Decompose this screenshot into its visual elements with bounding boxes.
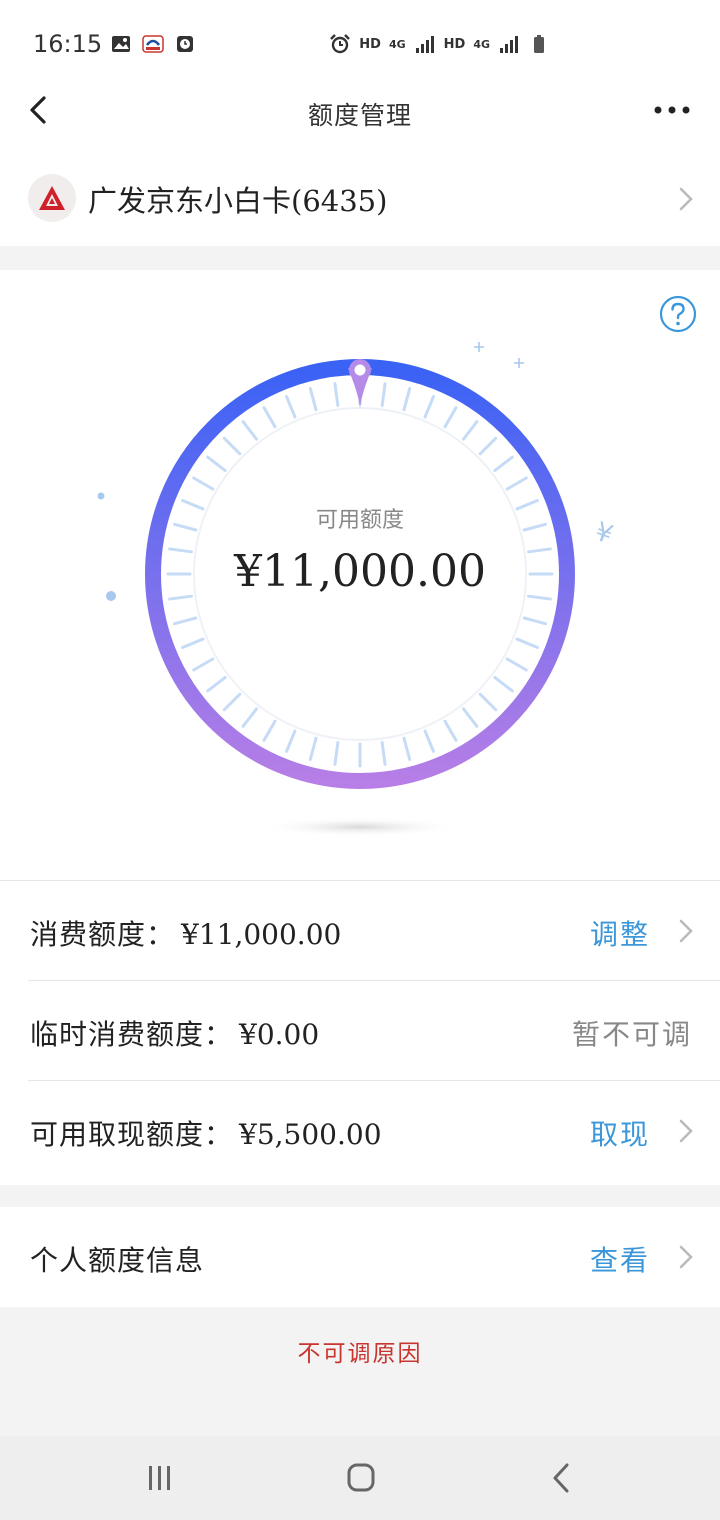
limits-list: 消费额度： ¥11,000.00 调整 临时消费额度： ¥0.00 暂不可调 可用取… <box>0 880 720 1185</box>
row-label: 可用取现额度： <box>30 1118 234 1151</box>
gauge-tick <box>493 675 514 693</box>
help-icon[interactable] <box>658 294 698 334</box>
gauge-tick <box>443 719 458 742</box>
nav-bar: 额度管理 <box>0 70 720 150</box>
clock-app-icon <box>177 36 193 52</box>
available-limit-panel: ¥ 可用额度 ¥11,000.00 <box>0 270 720 880</box>
card-name: 广发京东小白卡(6435) <box>88 184 388 218</box>
row-label: 临时消费额度： <box>30 1018 234 1051</box>
bank-logo-icon <box>28 174 76 222</box>
adjust-button[interactable]: 调整 <box>590 913 650 953</box>
list-item-consumption-limit[interactable]: 消费额度： ¥11,000.00 调整 <box>28 881 720 981</box>
gauge-tick <box>181 637 205 649</box>
gauge-tick <box>222 692 242 712</box>
back-icon[interactable] <box>543 1460 583 1496</box>
gauge-tick <box>380 741 387 766</box>
gauge-tick <box>493 455 514 473</box>
notification-icons <box>110 33 196 55</box>
gauge-tick <box>262 406 277 429</box>
chevron-right-icon <box>679 1119 693 1143</box>
status-time: 16:15 <box>33 30 103 58</box>
gauge-tick <box>222 436 242 456</box>
network-type-1: 4G <box>388 37 406 51</box>
gauge-tick <box>380 382 387 407</box>
gauge-tick <box>522 616 547 626</box>
row-label: 消费额度： <box>30 918 176 951</box>
gauge-tick <box>262 719 277 742</box>
available-limit-label: 可用额度 <box>315 508 404 533</box>
gauge-tick <box>192 476 215 491</box>
gauge-tick <box>206 675 227 693</box>
row-label: 个人额度信息 <box>30 1244 205 1277</box>
gauge-tick <box>515 637 539 649</box>
system-nav-bar <box>0 1436 720 1520</box>
hd-label-2: HD <box>443 36 466 52</box>
not-adjustable-status: 暂不可调 <box>571 1018 692 1051</box>
hd-label-1: HD <box>359 36 381 52</box>
gauge-shadow <box>260 817 460 837</box>
network-type-2: 4G <box>473 37 490 51</box>
gauge-tick <box>333 741 340 766</box>
gauge-tick <box>308 736 318 761</box>
recent-apps-icon[interactable] <box>140 1460 180 1496</box>
row-value: ¥0.00 <box>239 1018 320 1051</box>
gallery-icon <box>112 36 130 52</box>
card-selector[interactable]: 广发京东小白卡(6435) <box>0 150 720 246</box>
row-value: ¥5,500.00 <box>239 1118 382 1151</box>
more-dots-icon[interactable] <box>652 100 692 120</box>
gauge-tick <box>423 729 435 753</box>
chevron-right-icon <box>679 1245 693 1269</box>
gauge-tick <box>461 420 479 441</box>
list-item-cash-limit[interactable]: 可用取现额度： ¥5,500.00 取现 <box>28 1081 720 1185</box>
gauge-tick <box>192 657 215 672</box>
home-icon[interactable] <box>341 1460 381 1496</box>
bank-app-icon <box>142 35 164 53</box>
gauge-tick <box>285 395 297 419</box>
alarm-icon <box>330 34 351 54</box>
gauge-tick <box>206 455 227 473</box>
chevron-right-icon <box>679 187 693 211</box>
list-item-personal-limit-info[interactable]: 个人额度信息 查看 <box>0 1207 720 1307</box>
battery-icon <box>534 35 544 53</box>
gauge-tick <box>173 616 198 626</box>
gauge-tick <box>478 692 498 712</box>
gauge-tick <box>505 657 528 672</box>
gauge-tick <box>241 420 259 441</box>
page-title: 额度管理 <box>307 101 412 130</box>
gauge-tick <box>333 382 340 407</box>
gauge-pointer-icon <box>348 359 372 410</box>
list-item-temporary-limit: 临时消费额度： ¥0.00 暂不可调 <box>28 981 720 1081</box>
gauge-tick <box>402 736 412 761</box>
gauge-tick <box>308 387 318 412</box>
gauge-tick <box>285 729 297 753</box>
chevron-right-icon <box>679 919 693 943</box>
row-value: ¥11,000.00 <box>181 918 342 951</box>
signal-icon <box>415 36 434 53</box>
gauge-tick <box>461 707 479 728</box>
not-adjustable-reason-link[interactable]: 不可调原因 <box>0 1334 720 1368</box>
gauge-tick <box>423 395 435 419</box>
signal-icon-2 <box>500 36 518 53</box>
gauge-tick <box>505 476 528 491</box>
status-indicators: HD 4G HD 4G <box>329 33 550 55</box>
cash-withdraw-button[interactable]: 取现 <box>590 1113 650 1153</box>
gauge-tick <box>402 387 412 412</box>
view-button[interactable]: 查看 <box>590 1239 650 1279</box>
gauge-tick <box>241 707 259 728</box>
gauge-tick <box>478 436 498 456</box>
available-limit-amount: ¥11,000.00 <box>234 546 486 597</box>
gauge-tick <box>443 406 458 429</box>
